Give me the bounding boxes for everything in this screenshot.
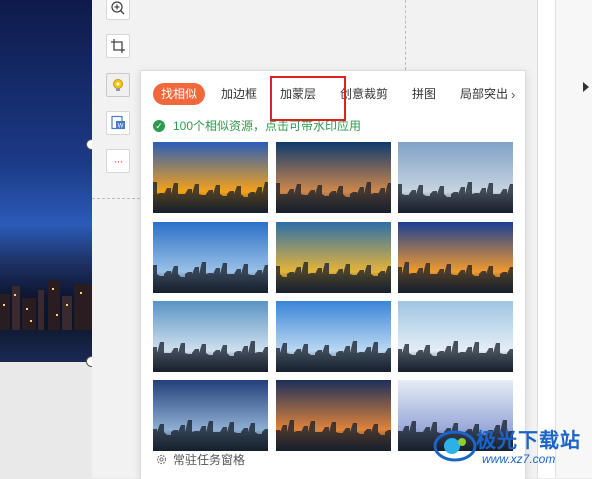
crop-button[interactable] bbox=[106, 34, 130, 58]
skyline-silhouette bbox=[398, 341, 513, 372]
watermark-url: www.xz7.com bbox=[482, 452, 556, 466]
pin-pane-option[interactable]: 常驻任务窗格 bbox=[155, 451, 245, 468]
skyline-silhouette bbox=[276, 182, 391, 213]
more-icon: ··· bbox=[113, 154, 124, 168]
skyline-silhouette bbox=[153, 182, 268, 213]
highlight-annotation bbox=[270, 76, 346, 121]
skyline-silhouette bbox=[153, 420, 268, 451]
vertical-scrollbar[interactable] bbox=[537, 0, 556, 478]
slide-water bbox=[0, 330, 92, 362]
similar-image-thumbnail[interactable] bbox=[276, 301, 391, 372]
tab-creative-crop[interactable]: 创意裁剪 bbox=[340, 83, 388, 105]
watermark-brand: 极光下载站 bbox=[476, 430, 581, 452]
similar-image-thumbnail[interactable] bbox=[398, 301, 513, 372]
skyline-silhouette bbox=[153, 262, 268, 293]
skyline-silhouette bbox=[276, 420, 391, 451]
guide-line bbox=[92, 198, 140, 199]
tab-highlight[interactable]: 局部突出 bbox=[460, 83, 508, 105]
site-watermark: 极光下载站 www.xz7.com bbox=[430, 418, 590, 478]
similar-image-thumbnail[interactable] bbox=[276, 380, 391, 451]
similar-image-thumbnail[interactable] bbox=[153, 301, 268, 372]
similar-image-thumbnail[interactable] bbox=[276, 142, 391, 213]
word-doc-icon: W bbox=[111, 115, 125, 130]
brand-logo-icon bbox=[433, 430, 477, 462]
similar-image-thumbnail[interactable] bbox=[153, 142, 268, 213]
tab-find-similar[interactable]: 找相似 bbox=[153, 83, 206, 105]
expand-arrow-icon[interactable] bbox=[583, 82, 589, 92]
skyline-silhouette bbox=[276, 341, 391, 372]
similar-image-thumbnail[interactable] bbox=[398, 222, 513, 293]
slide-image[interactable] bbox=[0, 0, 92, 362]
similar-image-thumbnail[interactable] bbox=[276, 222, 391, 293]
tab-add-border[interactable]: 加边框 bbox=[221, 83, 257, 105]
tab-collage[interactable]: 拼图 bbox=[412, 83, 436, 105]
tabs-next-icon[interactable]: › bbox=[511, 87, 515, 102]
idea-button[interactable] bbox=[106, 73, 130, 97]
lightbulb-icon bbox=[113, 79, 123, 91]
side-pane bbox=[555, 0, 592, 478]
svg-text:W: W bbox=[118, 124, 124, 130]
crop-icon bbox=[111, 39, 125, 53]
similar-image-thumbnail[interactable] bbox=[153, 222, 268, 293]
skyline-silhouette bbox=[398, 262, 513, 293]
zoom-in-icon bbox=[111, 1, 125, 15]
guide-line bbox=[405, 0, 406, 70]
pin-pane-label: 常驻任务窗格 bbox=[173, 453, 246, 467]
check-icon: ✓ bbox=[153, 119, 165, 132]
similar-image-thumbnail[interactable] bbox=[153, 380, 268, 451]
skyline-silhouette bbox=[398, 182, 513, 213]
slide-skyline bbox=[0, 280, 92, 334]
similar-image-thumbnail[interactable] bbox=[398, 142, 513, 213]
more-button[interactable]: ··· bbox=[106, 149, 130, 173]
skyline-silhouette bbox=[153, 341, 268, 372]
zoom-in-button[interactable] bbox=[106, 0, 130, 20]
word-button[interactable]: W bbox=[106, 111, 130, 135]
skyline-silhouette bbox=[276, 262, 391, 293]
gear-icon bbox=[156, 454, 167, 465]
